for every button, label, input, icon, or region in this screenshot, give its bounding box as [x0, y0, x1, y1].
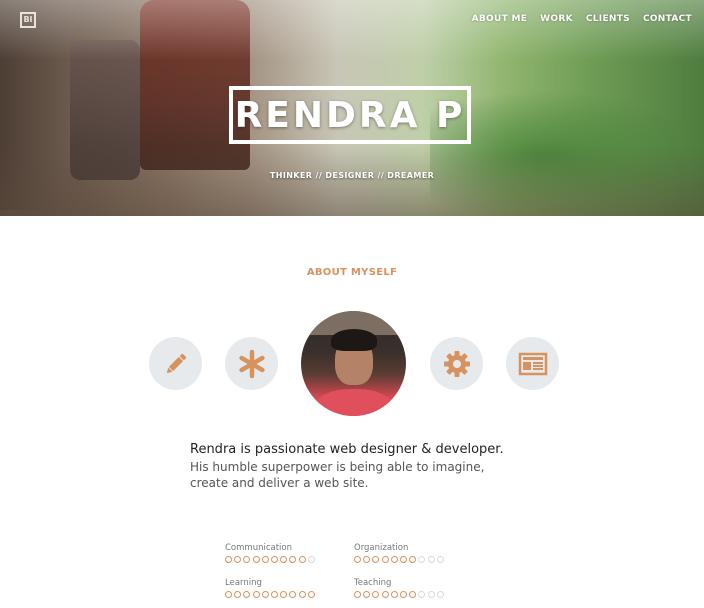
site-title: RENDRA P: [234, 94, 466, 136]
skill-dot-filled: [225, 556, 232, 563]
skill-dots: [354, 591, 444, 598]
skill-dots: [225, 556, 315, 563]
skill-dot-empty: [436, 556, 444, 563]
skill-dot-filled: [280, 556, 288, 563]
skill-dot-empty: [307, 556, 315, 563]
skill-communication: Communication: [225, 543, 315, 563]
about-lead: Rendra is passionate web designer & deve…: [190, 442, 504, 457]
nav-work[interactable]: WORK: [540, 14, 573, 24]
skill-dot-empty: [427, 591, 435, 598]
skill-dot-filled: [390, 591, 398, 598]
skill-dot-filled: [409, 591, 417, 598]
skill-dots: [354, 556, 444, 563]
skill-label: Learning: [225, 578, 262, 588]
skill-dot-filled: [234, 556, 242, 563]
gear-circle[interactable]: [430, 337, 483, 390]
skill-dot-filled: [381, 556, 389, 563]
gear-icon: [443, 350, 470, 377]
skill-dot-filled: [289, 556, 297, 563]
tagline: THINKER // DESIGNER // DREAMER: [269, 171, 435, 180]
pencil-circle[interactable]: [149, 337, 202, 390]
skill-dot-filled: [409, 556, 417, 563]
skill-dot-filled: [381, 591, 389, 598]
nav-clients[interactable]: CLIENTS: [586, 14, 630, 24]
skill-teaching: Teaching: [354, 578, 444, 598]
skill-label: Communication: [225, 543, 292, 553]
nav-about-me[interactable]: ABOUT ME: [472, 14, 528, 24]
pencil-icon: [166, 353, 186, 373]
logo[interactable]: BI: [20, 12, 36, 28]
skill-dot-filled: [399, 556, 407, 563]
skill-dot-filled: [289, 591, 297, 598]
skill-dot-filled: [243, 556, 251, 563]
skill-dot-filled: [399, 591, 407, 598]
skill-dot-empty: [418, 591, 426, 598]
skill-dot-filled: [372, 591, 380, 598]
skill-label: Teaching: [354, 578, 392, 588]
skill-dot-filled: [261, 591, 269, 598]
skill-dot-filled: [390, 556, 398, 563]
skill-dot-empty: [418, 556, 426, 563]
skill-dot-filled: [363, 556, 371, 563]
skill-dot-filled: [261, 556, 269, 563]
newspaper-icon: [518, 352, 547, 375]
main-nav: ABOUT ME WORK CLIENTS CONTACT: [472, 14, 692, 24]
about-title: ABOUT MYSELF: [306, 267, 398, 278]
skill-dot-filled: [372, 556, 380, 563]
skill-dot-filled: [234, 591, 242, 598]
skill-dot-empty: [427, 556, 435, 563]
skill-dot-filled: [252, 556, 260, 563]
skill-dot-filled: [298, 591, 306, 598]
skill-dot-filled: [354, 591, 361, 598]
asterisk-circle[interactable]: [225, 337, 278, 390]
skill-organization: Organization: [354, 543, 444, 563]
skill-dot-filled: [225, 591, 232, 598]
skill-dot-filled: [243, 591, 251, 598]
nav-contact[interactable]: CONTACT: [643, 14, 692, 24]
newspaper-circle[interactable]: [506, 337, 559, 390]
site-title-box: RENDRA P: [229, 86, 471, 144]
skill-label: Organization: [354, 543, 409, 553]
asterisk-icon: [238, 349, 265, 378]
skill-dots: [225, 591, 315, 598]
hero-banner: BI ABOUT ME WORK CLIENTS CONTACT RENDRA …: [0, 0, 704, 216]
skill-dot-filled: [354, 556, 361, 563]
skill-dot-filled: [252, 591, 260, 598]
skill-dot-empty: [436, 591, 444, 598]
skill-dot-filled: [307, 591, 315, 598]
skill-learning: Learning: [225, 578, 315, 598]
skill-dot-filled: [363, 591, 371, 598]
avatar: [301, 311, 406, 416]
skill-dot-filled: [270, 556, 278, 563]
about-description: His humble superpower is being able to i…: [190, 460, 485, 490]
skill-dot-filled: [280, 591, 288, 598]
skill-dot-filled: [298, 556, 306, 563]
skill-dot-filled: [270, 591, 278, 598]
